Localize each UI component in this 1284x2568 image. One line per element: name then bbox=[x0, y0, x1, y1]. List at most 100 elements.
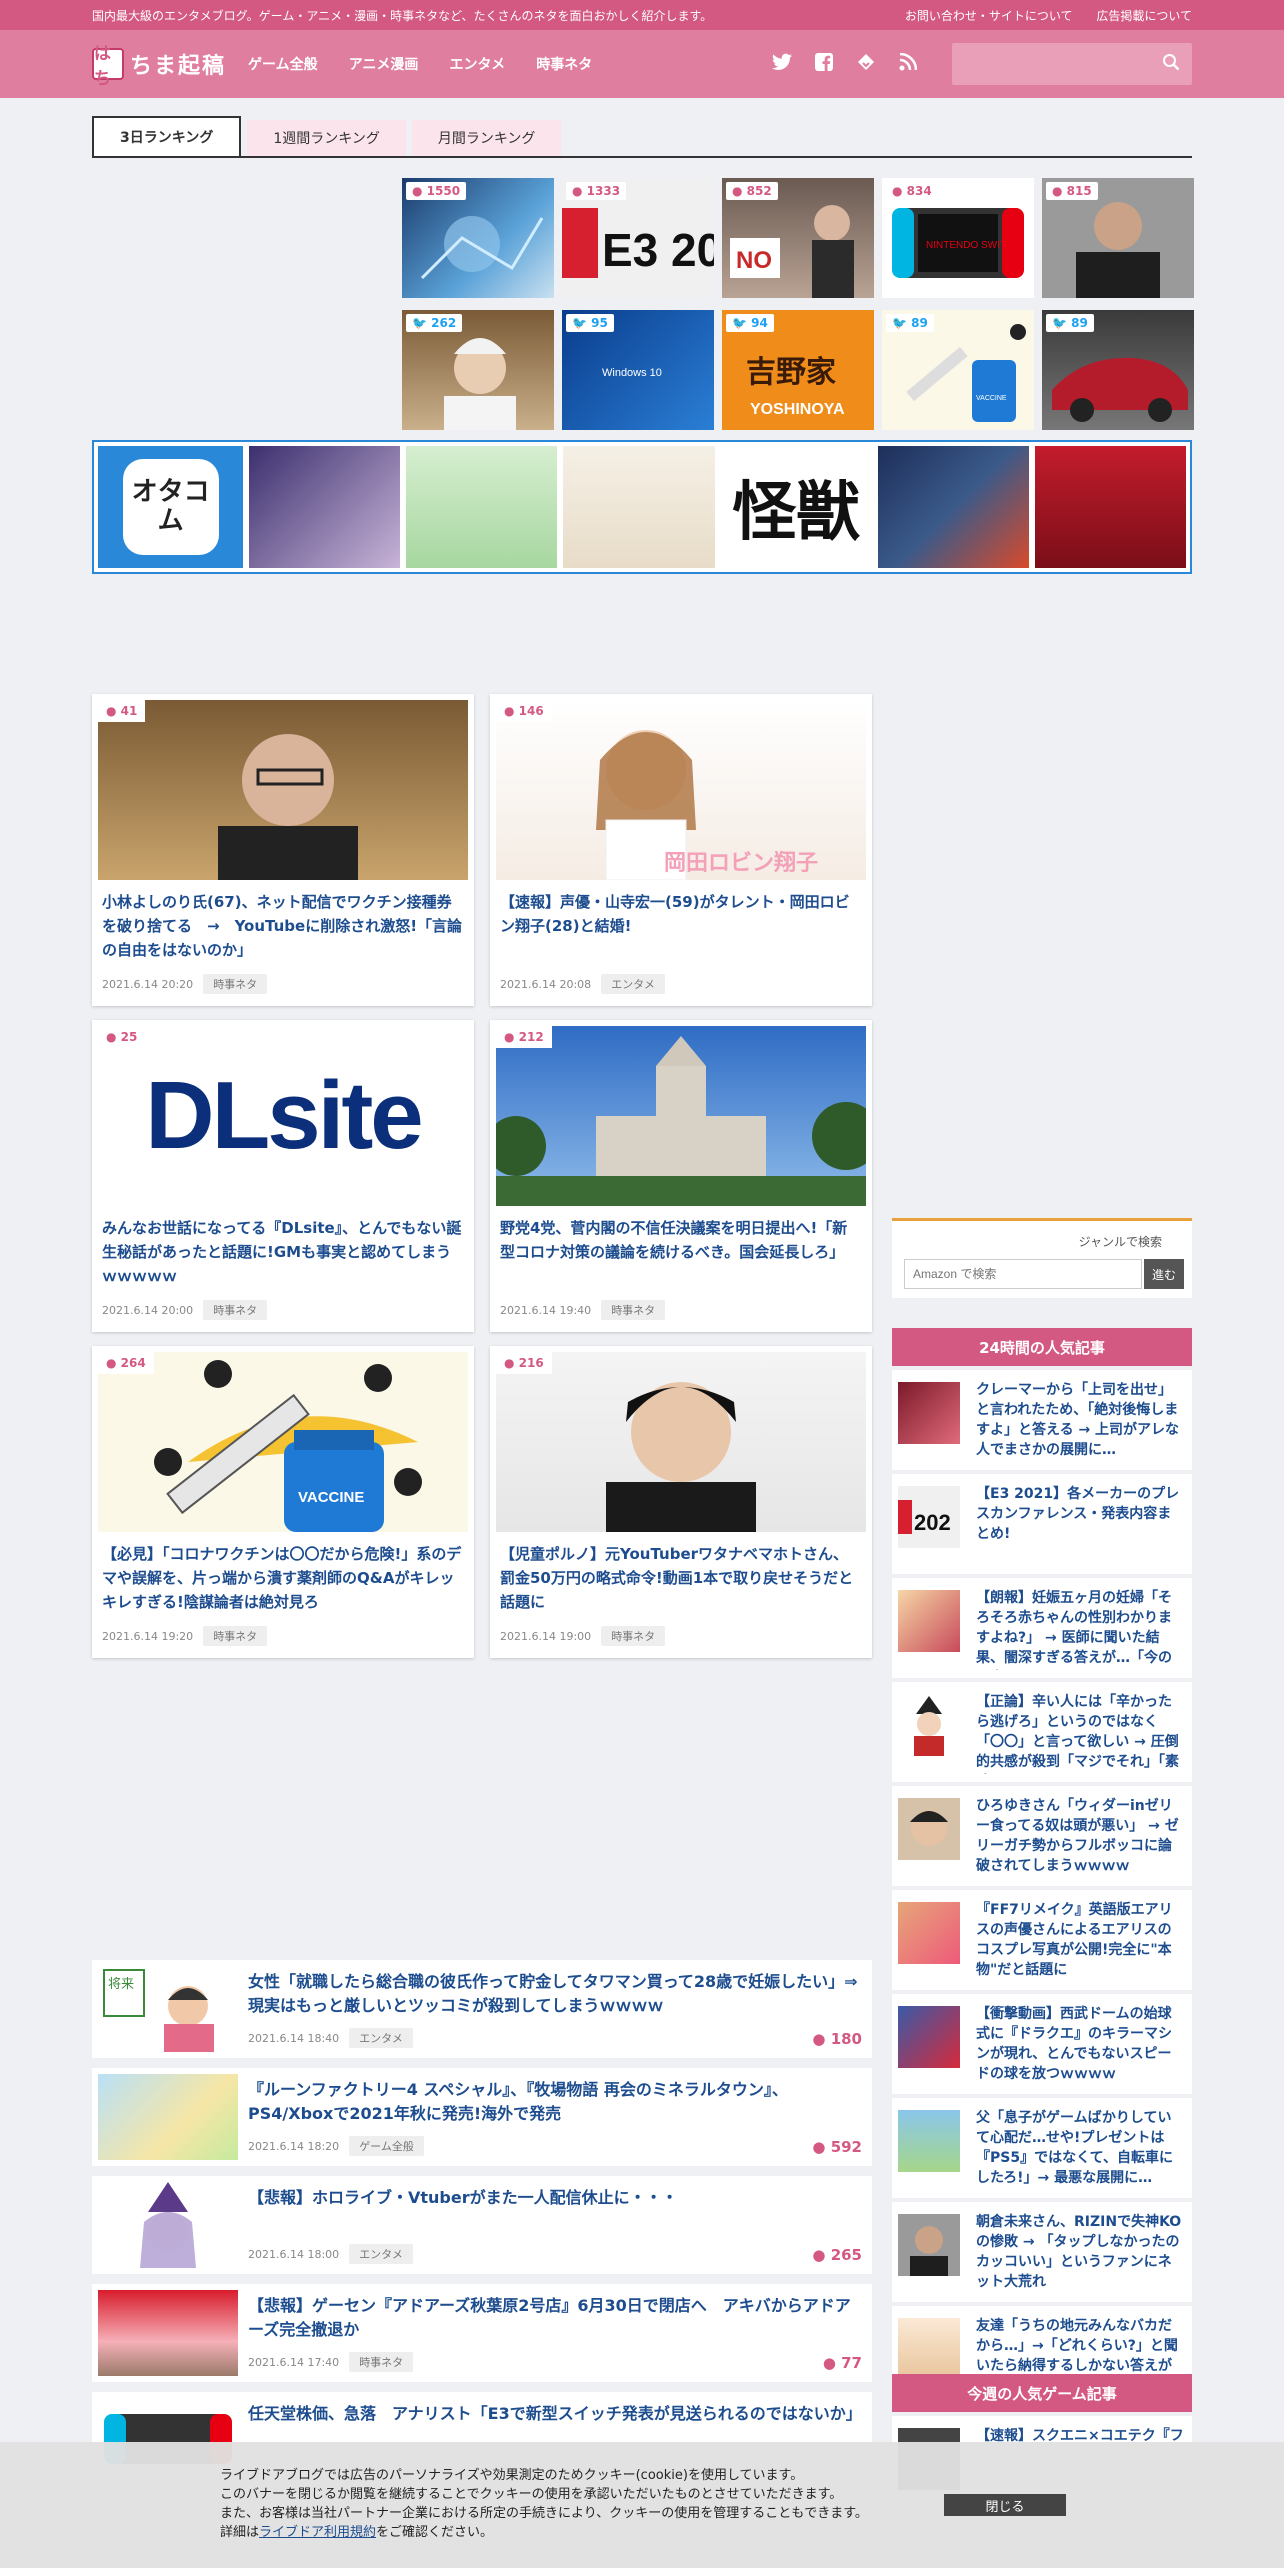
category-tag[interactable]: エンタメ bbox=[349, 2244, 413, 2264]
tab-3day[interactable]: 3日ランキング bbox=[92, 116, 242, 156]
article-thumb[interactable] bbox=[496, 1352, 866, 1532]
article-title[interactable]: 【必見】「コロナワクチンは〇〇だから危険!」系のデマや誤解を、片っ端から潰す薬剤… bbox=[102, 1542, 464, 1614]
popular-title[interactable]: 【朗報】妊娠五ヶ月の妊婦「そろそろ赤ちゃんの性別わかりますよね?」 → 医師に聞… bbox=[976, 1588, 1184, 1670]
article-title[interactable]: 小林よしのり氏(67)、ネット配信でワクチン接種券を破り捨てる → YouTub… bbox=[102, 890, 464, 962]
article-thumb[interactable]: VACCINE bbox=[98, 1352, 468, 1532]
article-thumb[interactable] bbox=[98, 2290, 238, 2376]
popular-title[interactable]: 父「息子がゲームばかりしていて心配だ…せや!プレゼントは『PS5』ではなくて、自… bbox=[976, 2108, 1184, 2188]
nav-game[interactable]: ゲーム全般 bbox=[248, 57, 318, 73]
article-thumb[interactable]: 岡田ロビン翔子 bbox=[496, 700, 866, 880]
nav-anime[interactable]: アニメ漫画 bbox=[349, 57, 419, 73]
rank-item[interactable]: VACCINE 🐦 89 bbox=[882, 310, 1034, 430]
article-title[interactable]: 【速報】声優・山寺宏一(59)がタレント・岡田ロビン翔子(28)と結婚! bbox=[500, 890, 862, 938]
popular-title[interactable]: 【E3 2021】各メーカーのプレスカンファレンス・発表内容まとめ! bbox=[976, 1484, 1184, 1544]
popular-item[interactable]: 『FF7リメイク』英語版エアリスの声優さんによるエアリスのコスプレ写真が公開!完… bbox=[892, 1890, 1192, 1990]
rank-item[interactable]: ● 1550 bbox=[402, 178, 554, 298]
article-thumb[interactable]: DLsite bbox=[98, 1026, 468, 1206]
rank-item[interactable]: 🐦 262 bbox=[402, 310, 554, 430]
category-tag[interactable]: 時事ネタ bbox=[601, 1626, 666, 1646]
otacom-thumb[interactable] bbox=[1034, 446, 1187, 568]
article-card[interactable]: ● 264 VACCINE 【必見】「コロナワクチンは〇〇だから危険!」系のデマ… bbox=[92, 1346, 474, 1658]
otacom-thumb[interactable]: 怪獣 bbox=[720, 446, 872, 568]
popular-thumb[interactable]: 202 bbox=[898, 1486, 960, 1548]
category-tag[interactable]: 時事ネタ bbox=[349, 2352, 414, 2372]
rank-item[interactable]: E3 202 ● 1333 bbox=[562, 178, 714, 298]
otacom-thumb[interactable] bbox=[249, 446, 401, 568]
article-thumb[interactable] bbox=[496, 1026, 866, 1206]
popular-thumb[interactable] bbox=[898, 2318, 960, 2380]
rank-item[interactable]: NINTENDO SWITCH ● 834 bbox=[882, 178, 1034, 298]
category-tag[interactable]: 時事ネタ bbox=[601, 1300, 666, 1320]
otacom-thumb[interactable] bbox=[877, 446, 1029, 568]
list-item[interactable]: 【悲報】ホロライブ・Vtuberがまた一人配信休止に・・・ 2021.6.14 … bbox=[92, 2176, 872, 2274]
popular-thumb[interactable] bbox=[898, 2110, 960, 2172]
amazon-search-input[interactable] bbox=[904, 1259, 1142, 1289]
rank-item[interactable]: NO ● 852 bbox=[722, 178, 874, 298]
site-logo[interactable]: はち ちま起稿 bbox=[92, 44, 226, 89]
popular-thumb[interactable] bbox=[898, 1902, 960, 1964]
tab-month[interactable]: 月間ランキング bbox=[411, 120, 562, 156]
list-item[interactable]: 【悲報】ゲーセン『アドアーズ秋葉原2号店』6月30日で閉店へ アキバからアドアー… bbox=[92, 2284, 872, 2382]
article-thumb[interactable]: 将来 bbox=[98, 1966, 238, 2052]
popular-title[interactable]: 『FF7リメイク』英語版エアリスの声優さんによるエアリスのコスプレ写真が公開!完… bbox=[976, 1900, 1184, 1980]
popular-item[interactable]: 202 【E3 2021】各メーカーのプレスカンファレンス・発表内容まとめ! bbox=[892, 1474, 1192, 1574]
facebook-icon[interactable] bbox=[814, 52, 834, 76]
otacom-thumb[interactable] bbox=[563, 446, 715, 568]
category-tag[interactable]: 時事ネタ bbox=[203, 1300, 268, 1320]
rank-item[interactable]: 🐦 89 bbox=[1042, 310, 1194, 430]
search-go-button[interactable]: 進む bbox=[1144, 1259, 1184, 1289]
article-title[interactable]: 【悲報】ゲーセン『アドアーズ秋葉原2号店』6月30日で閉店へ アキバからアドアー… bbox=[248, 2294, 858, 2342]
article-title[interactable]: 任天堂株価、急落 アナリスト「E3で新型スイッチ発表が見送られるのではないか」 bbox=[248, 2402, 862, 2426]
popular-thumb[interactable] bbox=[898, 1798, 960, 1860]
article-thumb[interactable] bbox=[98, 2074, 238, 2160]
nav-news[interactable]: 時事ネタ bbox=[536, 57, 592, 73]
category-tag[interactable]: エンタメ bbox=[349, 2028, 413, 2048]
popular-thumb[interactable] bbox=[898, 1694, 960, 1756]
popular-item[interactable]: 【衝撃動画】西武ドームの始球式に『ドラクエ』のキラーマシンが現れ、とんでもないス… bbox=[892, 1994, 1192, 2094]
otacom-thumb[interactable] bbox=[406, 446, 558, 568]
nav-entame[interactable]: エンタメ bbox=[450, 57, 506, 73]
article-card[interactable]: ● 146 岡田ロビン翔子 【速報】声優・山寺宏一(59)がタレント・岡田ロビン… bbox=[490, 694, 872, 1006]
contact-link[interactable]: お問い合わせ・サイトについて bbox=[905, 9, 1073, 23]
article-thumb[interactable] bbox=[98, 2182, 238, 2268]
article-title[interactable]: 【児童ポルノ】元YouTuberワタナベマホトさん、罰金50万円の略式命令!動画… bbox=[500, 1542, 862, 1614]
popular-item[interactable]: 父「息子がゲームばかりしていて心配だ…せや!プレゼントは『PS5』ではなくて、自… bbox=[892, 2098, 1192, 2198]
article-title[interactable]: 野党4党、菅内閣の不信任決議案を明日提出へ!「新型コロナ対策の議論を続けるべき。… bbox=[500, 1216, 862, 1264]
popular-title[interactable]: 【正論】辛い人には「辛かったら逃げろ」というのではなく「〇〇」と言って欲しい →… bbox=[976, 1692, 1184, 1774]
cookie-close-button[interactable]: 閉じる bbox=[944, 2494, 1066, 2516]
terms-link[interactable]: ライブドア利用規約 bbox=[259, 2525, 376, 2540]
popular-item[interactable]: 【正論】辛い人には「辛かったら逃げろ」というのではなく「〇〇」と言って欲しい →… bbox=[892, 1682, 1192, 1782]
popular-item[interactable]: 朝倉未来さん、RIZINで失神KOの惨敗 → 「タップしなかったのカッコいい」と… bbox=[892, 2202, 1192, 2302]
rank-item[interactable]: 吉野家 YOSHINOYA 🐦 94 bbox=[722, 310, 874, 430]
popular-item[interactable]: 【朗報】妊娠五ヶ月の妊婦「そろそろ赤ちゃんの性別わかりますよね?」 → 医師に聞… bbox=[892, 1578, 1192, 1678]
article-title[interactable]: 『ルーンファクトリー4 スペシャル』、『牧場物語 再会のミネラルタウン』、PS4… bbox=[248, 2078, 858, 2126]
article-thumb[interactable] bbox=[98, 700, 468, 880]
popular-title[interactable]: 【衝撃動画】西武ドームの始球式に『ドラクエ』のキラーマシンが現れ、とんでもないス… bbox=[976, 2004, 1184, 2084]
popular-thumb[interactable] bbox=[898, 2006, 960, 2068]
header-search-input[interactable] bbox=[952, 43, 1192, 85]
feedly-icon[interactable] bbox=[856, 53, 876, 76]
popular-thumb[interactable] bbox=[898, 1590, 960, 1652]
article-card[interactable]: ● 212 野党4党、菅内閣の不信任決議案を明日提出へ!「新型コロナ対策の議論を… bbox=[490, 1020, 872, 1332]
popular-item[interactable]: ひろゆきさん「ウィダーinゼリー食ってる奴は頭が悪い」 → ゼリーガチ勢からフル… bbox=[892, 1786, 1192, 1886]
search-icon[interactable] bbox=[1162, 53, 1180, 76]
article-title[interactable]: みんなお世話になってる『DLsite』、とんでもない誕生秘話があったと話題に!G… bbox=[102, 1216, 464, 1288]
article-card[interactable]: ● 216 【児童ポルノ】元YouTuberワタナベマホトさん、罰金50万円の略… bbox=[490, 1346, 872, 1658]
article-title[interactable]: 女性「就職したら総合職の彼氏作って貯金してタワマン買って28歳で妊娠したい」⇒ … bbox=[248, 1970, 858, 2018]
popular-thumb[interactable] bbox=[898, 1382, 960, 1444]
popular-item[interactable]: クレーマーから「上司を出せ」と言われたため、「絶対後悔しますよ」と答える → 上… bbox=[892, 1370, 1192, 1470]
popular-thumb[interactable] bbox=[898, 2214, 960, 2276]
article-card[interactable]: ● 41 小林よしのり氏(67)、ネット配信でワクチン接種券を破り捨てる → Y… bbox=[92, 694, 474, 1006]
category-tag[interactable]: ゲーム全般 bbox=[349, 2136, 424, 2156]
category-tag[interactable]: エンタメ bbox=[601, 974, 665, 994]
popular-title[interactable]: クレーマーから「上司を出せ」と言われたため、「絶対後悔しますよ」と答える → 上… bbox=[976, 1380, 1184, 1460]
otacom-banner[interactable]: オタコム 怪獣 bbox=[92, 440, 1192, 574]
rank-item[interactable]: ● 815 bbox=[1042, 178, 1194, 298]
popular-title[interactable]: 朝倉未来さん、RIZINで失神KOの惨敗 → 「タップしなかったのカッコいい」と… bbox=[976, 2212, 1184, 2292]
article-card[interactable]: ● 25 DLsite みんなお世話になってる『DLsite』、とんでもない誕生… bbox=[92, 1020, 474, 1332]
list-item[interactable]: 『ルーンファクトリー4 スペシャル』、『牧場物語 再会のミネラルタウン』、PS4… bbox=[92, 2068, 872, 2166]
tab-1week[interactable]: 1週間ランキング bbox=[247, 120, 406, 156]
category-tag[interactable]: 時事ネタ bbox=[203, 974, 268, 994]
ads-link[interactable]: 広告掲載について bbox=[1096, 9, 1192, 23]
list-item[interactable]: 将来 女性「就職したら総合職の彼氏作って貯金してタワマン買って28歳で妊娠したい… bbox=[92, 1960, 872, 2058]
